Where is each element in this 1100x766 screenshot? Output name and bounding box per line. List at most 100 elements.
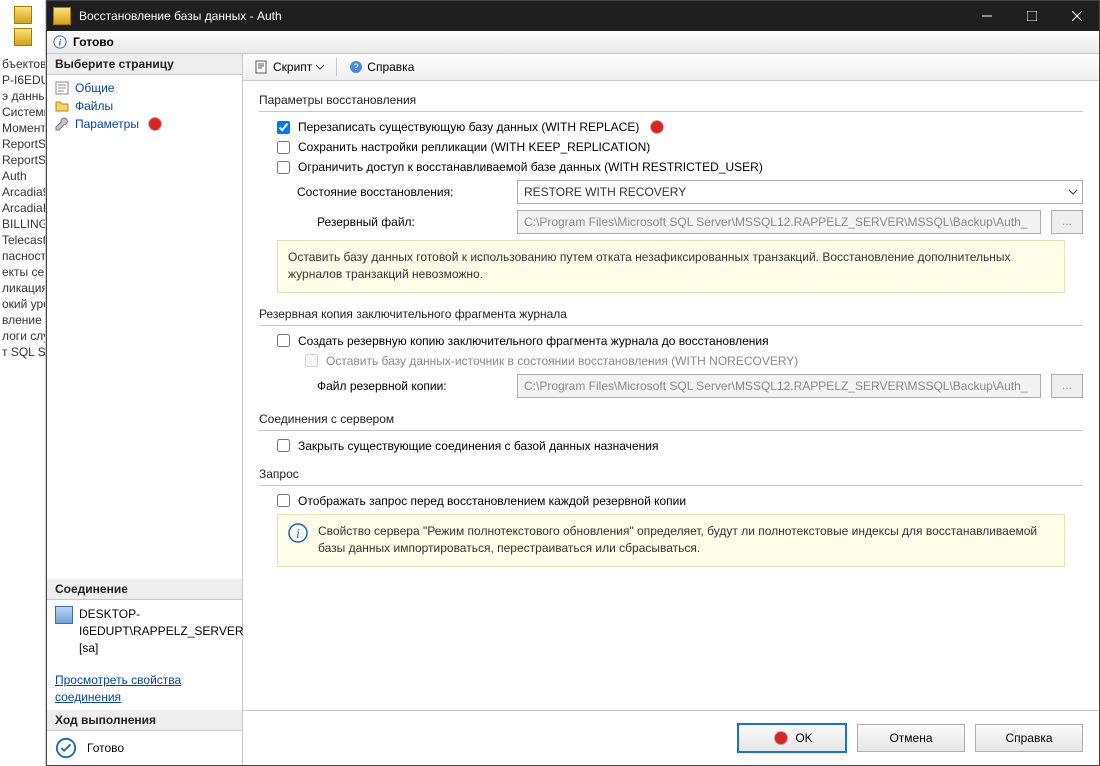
db-icon — [14, 6, 32, 24]
select-page-header: Выберите страницу — [47, 54, 242, 75]
info-icon: i — [53, 35, 67, 49]
highlight-dot-icon — [149, 118, 161, 130]
tree-item[interactable]: э данных — [0, 88, 45, 104]
fulltext-note: i Свойство сервера "Режим полнотекстовог… — [277, 514, 1065, 567]
overwrite-checkbox[interactable]: Перезаписать существующую базу данных (W… — [277, 120, 1083, 134]
chevron-down-icon — [316, 63, 324, 71]
browse-button: ... — [1051, 374, 1083, 398]
group-label: Резервная копия заключительного фрагмент… — [259, 307, 1083, 321]
page-label: Параметры — [75, 117, 139, 131]
page-options[interactable]: Параметры — [47, 115, 242, 133]
tree-item[interactable]: пасност — [0, 248, 45, 264]
minimize-button[interactable] — [964, 1, 1009, 31]
page-label: Файлы — [75, 99, 113, 113]
wrench-icon — [55, 117, 69, 131]
close-button[interactable] — [1054, 1, 1099, 31]
select-value: RESTORE WITH RECOVERY — [524, 185, 686, 199]
note-text: Свойство сервера "Режим полнотекстового … — [318, 523, 1054, 558]
checkbox-input[interactable] — [277, 494, 290, 507]
status-text: Готово — [73, 35, 114, 49]
chevron-down-icon — [1068, 187, 1078, 197]
checkbox-label: Оставить базу данных-источник в состояни… — [326, 354, 798, 368]
tree-item[interactable]: т SQL Se — [0, 344, 45, 360]
page-icon — [55, 81, 69, 95]
tree-item[interactable]: Telecaste — [0, 232, 45, 248]
tree-item[interactable]: Момента — [0, 120, 45, 136]
help-button[interactable]: Справка — [975, 724, 1083, 752]
help-icon: ? — [349, 60, 363, 74]
checkbox-input — [305, 354, 318, 367]
highlight-dot-icon — [775, 732, 787, 744]
cancel-button[interactable]: Отмена — [857, 724, 965, 752]
script-button[interactable]: Скрипт — [251, 58, 328, 76]
recovery-state-select[interactable]: RESTORE WITH RECOVERY — [517, 180, 1083, 204]
highlight-dot-icon — [651, 121, 663, 133]
tree-item[interactable]: ReportSe — [0, 152, 45, 168]
checkbox-label: Перезаписать существующую базу данных (W… — [298, 120, 639, 134]
connection-value: DESKTOP-I6EDUPT\RAPPELZ_SERVER [sa] — [79, 606, 244, 656]
checkbox-label: Ограничить доступ к восстанавливаемой ба… — [298, 160, 763, 174]
checkbox-input[interactable] — [277, 141, 290, 154]
button-label: OK — [795, 731, 812, 745]
connection-header: Соединение — [47, 579, 242, 600]
svg-text:i: i — [59, 38, 62, 49]
script-icon — [255, 60, 269, 74]
info-icon: i — [288, 523, 308, 543]
standby-file-input: C:\Program Files\Microsoft SQL Server\MS… — [517, 210, 1041, 234]
checkbox-label: Закрыть существующие соединения с базой … — [298, 439, 658, 453]
window-title: Восстановление базы данных - Auth — [79, 9, 964, 23]
options-content: Параметры восстановления Перезаписать су… — [243, 81, 1099, 710]
checkbox-input[interactable] — [277, 334, 290, 347]
checkbox-input[interactable] — [277, 161, 290, 174]
tree-item[interactable]: ArcadiaIn — [0, 200, 45, 216]
tree-item[interactable]: Системн — [0, 104, 45, 120]
view-connection-properties-link[interactable]: Просмотреть свойства соединения — [47, 662, 242, 710]
tree-item[interactable]: вление — [0, 312, 45, 328]
prompt-checkbox[interactable]: Отображать запрос перед восстановлением … — [277, 494, 1083, 508]
tail-log-group: Резервная копия заключительного фрагмент… — [259, 307, 1083, 398]
checkbox-input[interactable] — [277, 121, 290, 134]
checkbox-label: Сохранить настройки репликации (WITH KEE… — [298, 140, 650, 154]
separator — [336, 58, 337, 76]
titlebar[interactable]: Восстановление базы данных - Auth — [47, 1, 1099, 31]
toolbar: Скрипт ? Справка — [243, 54, 1099, 81]
tail-backup-checkbox[interactable]: Создать резервную копию заключительного … — [277, 334, 1083, 348]
keep-replication-checkbox[interactable]: Сохранить настройки репликации (WITH KEE… — [277, 140, 1083, 154]
svg-text:i: i — [296, 527, 300, 542]
button-label: Отмена — [889, 731, 932, 745]
restore-database-dialog: Восстановление базы данных - Auth i Гото… — [46, 0, 1100, 766]
page-label: Общие — [75, 81, 114, 95]
tree-item[interactable]: P-I6EDU — [0, 72, 45, 88]
restricted-user-checkbox[interactable]: Ограничить доступ к восстанавливаемой ба… — [277, 160, 1083, 174]
button-label: Справка — [1005, 731, 1052, 745]
tree-item[interactable]: BILLING9 — [0, 216, 45, 232]
checkbox-input[interactable] — [277, 439, 290, 452]
recovery-state-label: Состояние восстановления: — [277, 185, 507, 199]
tree-item[interactable]: Auth — [0, 168, 45, 184]
server-connections-group: Соединения с сервером Закрыть существующ… — [259, 412, 1083, 453]
progress-check-icon — [55, 737, 77, 759]
group-label: Параметры восстановления — [259, 93, 1083, 107]
standby-file-label: Резервный файл: — [277, 215, 507, 229]
help-button[interactable]: ? Справка — [345, 58, 418, 76]
tail-file-label: Файл резервной копии: — [277, 379, 507, 393]
server-icon — [55, 606, 73, 624]
object-explorer-partial: бъектов P-I6EDU э данных Системн Момента… — [0, 0, 46, 766]
page-files[interactable]: Файлы — [47, 97, 242, 115]
tree-item[interactable]: логи слу — [0, 328, 45, 344]
folder-icon — [55, 99, 69, 113]
page-general[interactable]: Общие — [47, 79, 242, 97]
recovery-note: Оставить базу данных готовой к использов… — [277, 240, 1065, 293]
tree-item[interactable]: екты сер — [0, 264, 45, 280]
tree-item[interactable]: ликация — [0, 280, 45, 296]
progress-header: Ход выполнения — [47, 710, 242, 731]
tree-item[interactable]: ReportSe — [0, 136, 45, 152]
maximize-button[interactable] — [1009, 1, 1054, 31]
tree-item[interactable]: окий уро — [0, 296, 45, 312]
group-label: Соединения с сервером — [259, 412, 1083, 426]
status-bar: i Готово — [47, 31, 1099, 54]
tree-item[interactable]: Arcadia9 — [0, 184, 45, 200]
ok-button[interactable]: OK — [737, 723, 847, 753]
toolbar-label: Справка — [367, 60, 414, 74]
close-connections-checkbox[interactable]: Закрыть существующие соединения с базой … — [277, 439, 1083, 453]
